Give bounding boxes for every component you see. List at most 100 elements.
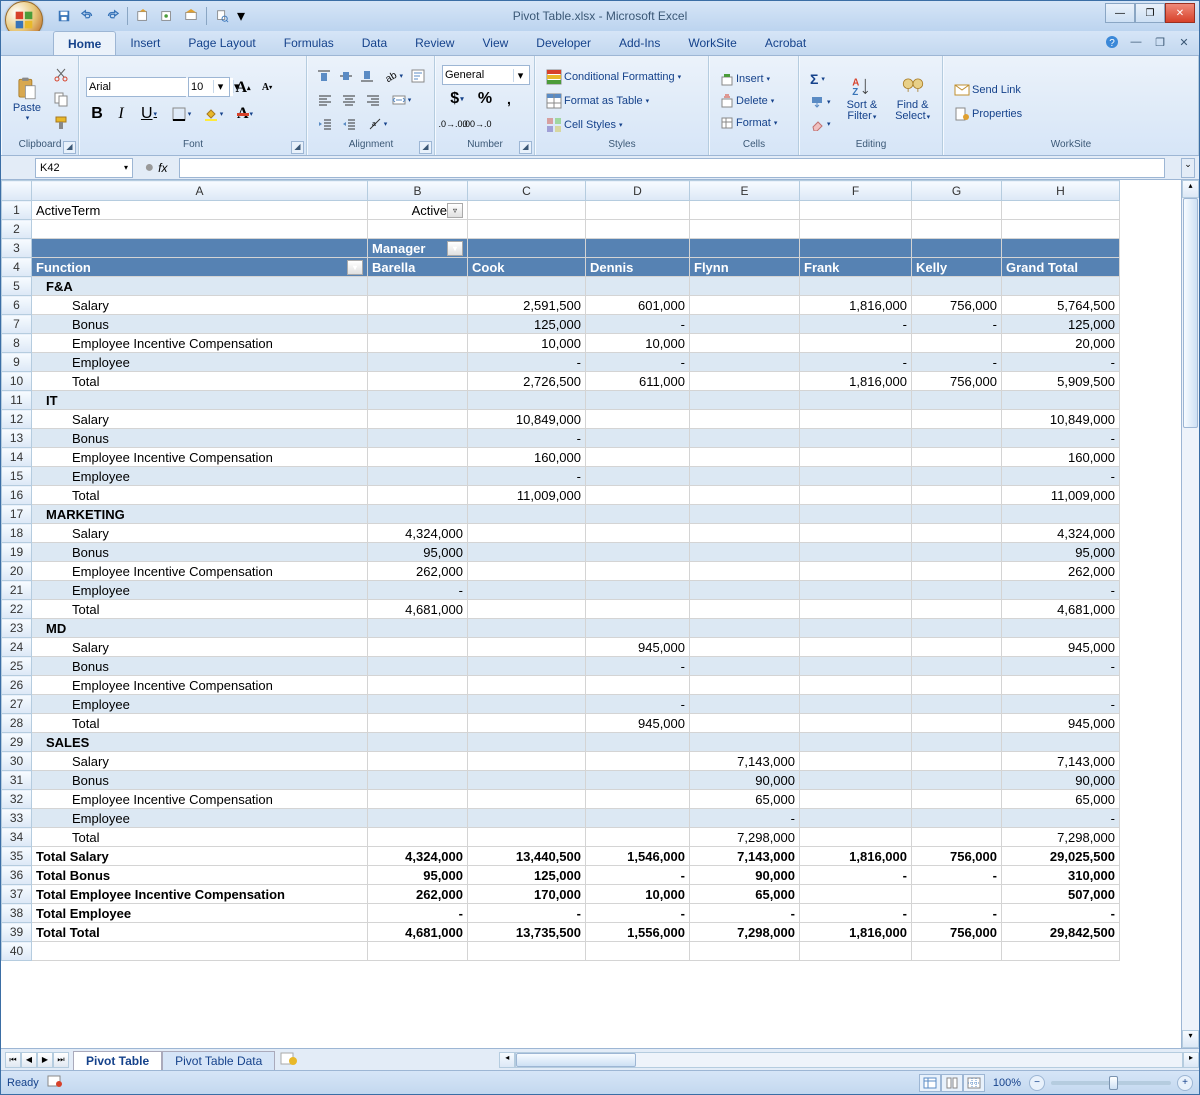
cell[interactable]: 160,000	[468, 448, 586, 467]
cell[interactable]: Bonus	[32, 543, 368, 562]
cell[interactable]: 65,000	[690, 885, 800, 904]
row-header[interactable]: 22	[2, 600, 32, 619]
cell[interactable]	[800, 695, 912, 714]
undo-icon[interactable]	[77, 5, 99, 27]
cell[interactable]: Total	[32, 714, 368, 733]
prev-sheet-icon[interactable]: ◀	[21, 1052, 37, 1068]
cell[interactable]	[800, 524, 912, 543]
cell[interactable]: 945,000	[586, 714, 690, 733]
first-sheet-icon[interactable]: ⏮	[5, 1052, 21, 1068]
redo-icon[interactable]	[101, 5, 123, 27]
cut-icon[interactable]	[50, 64, 72, 86]
cell[interactable]: 125,000	[1002, 315, 1120, 334]
cell[interactable]: Employee Incentive Compensation	[32, 562, 368, 581]
cell[interactable]	[690, 410, 800, 429]
cell[interactable]: -	[586, 315, 690, 334]
row-header[interactable]: 40	[2, 942, 32, 961]
cell[interactable]	[800, 600, 912, 619]
tab-formulas[interactable]: Formulas	[270, 31, 348, 55]
name-box[interactable]: K42▾	[35, 158, 133, 178]
cell[interactable]: 262,000	[1002, 562, 1120, 581]
row-header[interactable]: 25	[2, 657, 32, 676]
cell[interactable]	[586, 562, 690, 581]
cell[interactable]	[368, 296, 468, 315]
cell[interactable]	[690, 353, 800, 372]
increase-indent-icon[interactable]	[338, 113, 360, 135]
cell[interactable]: -	[1002, 429, 1120, 448]
cell[interactable]	[368, 372, 468, 391]
row-header[interactable]: 31	[2, 771, 32, 790]
cell[interactable]	[468, 619, 586, 638]
cell[interactable]	[690, 220, 800, 239]
cell[interactable]: -	[586, 695, 690, 714]
paste-button[interactable]: Paste▾	[8, 58, 46, 139]
cell[interactable]: Employee	[32, 695, 368, 714]
cell[interactable]	[912, 809, 1002, 828]
cell[interactable]: 7,143,000	[1002, 752, 1120, 771]
cell[interactable]: IT	[32, 391, 368, 410]
save-icon[interactable]	[53, 5, 75, 27]
percent-button[interactable]: %	[474, 88, 496, 110]
row-header[interactable]: 33	[2, 809, 32, 828]
cell[interactable]: -	[1002, 904, 1120, 923]
sort-filter-button[interactable]: AZ Sort & Filter▾	[839, 58, 886, 139]
cell[interactable]	[586, 410, 690, 429]
cell[interactable]	[912, 467, 1002, 486]
cell[interactable]: Total	[32, 600, 368, 619]
cell[interactable]	[586, 277, 690, 296]
cell[interactable]	[586, 752, 690, 771]
cell[interactable]: Bonus	[32, 771, 368, 790]
formula-input[interactable]	[179, 158, 1165, 178]
cell[interactable]	[468, 942, 586, 961]
cell[interactable]: Employee	[32, 353, 368, 372]
row-header[interactable]: 19	[2, 543, 32, 562]
cell[interactable]: -	[800, 353, 912, 372]
cell[interactable]	[800, 714, 912, 733]
macro-record-icon[interactable]	[47, 1074, 63, 1091]
cell[interactable]	[690, 657, 800, 676]
cell[interactable]	[800, 429, 912, 448]
cell[interactable]	[468, 277, 586, 296]
cell[interactable]: -	[800, 904, 912, 923]
expand-formula-bar[interactable]: ⌄	[1181, 158, 1195, 178]
fill-button[interactable]: ▾	[806, 93, 835, 111]
row-header[interactable]: 38	[2, 904, 32, 923]
cell[interactable]	[368, 790, 468, 809]
align-top-icon[interactable]	[314, 65, 334, 87]
cell[interactable]: 90,000	[690, 866, 800, 885]
cell[interactable]: 262,000	[368, 885, 468, 904]
row-header[interactable]: 4	[2, 258, 32, 277]
cell[interactable]	[690, 448, 800, 467]
cell[interactable]	[586, 524, 690, 543]
tab-insert[interactable]: Insert	[116, 31, 174, 55]
cell[interactable]: 2,591,500	[468, 296, 586, 315]
row-header[interactable]: 20	[2, 562, 32, 581]
cell[interactable]: 756,000	[912, 372, 1002, 391]
cell[interactable]: Total Bonus	[32, 866, 368, 885]
cell[interactable]	[368, 714, 468, 733]
decrease-decimal-icon[interactable]: .00→.0	[466, 113, 488, 135]
cell[interactable]	[912, 885, 1002, 904]
cell[interactable]	[690, 296, 800, 315]
qat-btn-1[interactable]	[132, 5, 154, 27]
cell[interactable]	[912, 239, 1002, 258]
help-icon[interactable]: ?	[1103, 33, 1121, 51]
cell[interactable]: Grand Total	[1002, 258, 1120, 277]
col-header[interactable]	[2, 181, 32, 201]
cell-styles-button[interactable]: Cell Styles▾	[542, 115, 626, 135]
border-button[interactable]: ▾	[166, 103, 196, 125]
cell[interactable]	[368, 391, 468, 410]
cell[interactable]	[800, 239, 912, 258]
qat-more-icon[interactable]: ▾	[235, 5, 247, 27]
dialog-launcher-font[interactable]: ◢	[291, 141, 304, 154]
cell[interactable]	[800, 581, 912, 600]
cell[interactable]: -	[1002, 353, 1120, 372]
cell[interactable]: Employee Incentive Compensation	[32, 790, 368, 809]
cell[interactable]	[912, 581, 1002, 600]
row-header[interactable]: 13	[2, 429, 32, 448]
cell[interactable]: Salary	[32, 638, 368, 657]
tab-review[interactable]: Review	[401, 31, 468, 55]
decrease-indent-icon[interactable]	[314, 113, 336, 135]
align-middle-icon[interactable]	[336, 65, 356, 87]
cell[interactable]: 945,000	[586, 638, 690, 657]
